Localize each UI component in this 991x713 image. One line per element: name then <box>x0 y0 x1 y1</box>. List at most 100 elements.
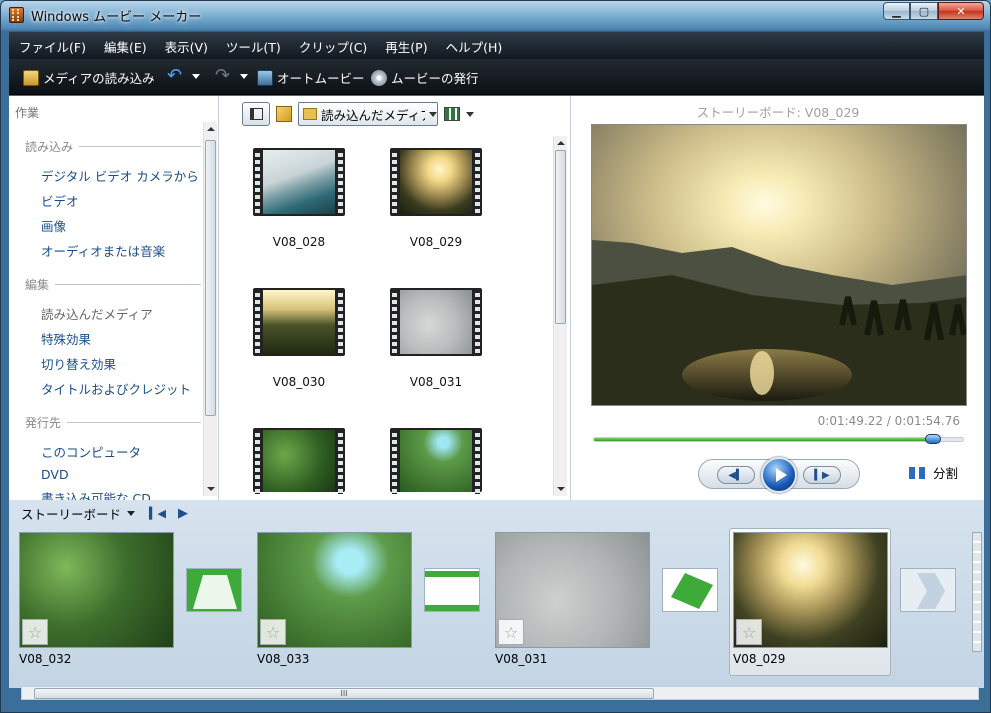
section-edit: 編集 <box>25 276 201 293</box>
section-publish: 発行先 <box>25 414 201 431</box>
publish-movie-button[interactable]: ムービーの発行 <box>371 68 479 87</box>
app-window: Windows ムービー メーカー ▁ ▢ ✕ ファイル(F) 編集(E) 表示(V… <box>0 0 991 713</box>
menu-bar: ファイル(F) 編集(E) 表示(V) ツール(T) クリップ(C) 再生(P) ヘルプ(H… <box>9 31 984 59</box>
redo-dropdown-icon[interactable] <box>240 73 249 79</box>
effect-star-icon[interactable]: ☆ <box>22 619 48 645</box>
scroll-down-icon[interactable] <box>207 487 215 491</box>
task-transitions[interactable]: 切り替え効果 <box>41 354 116 373</box>
play-storyboard-icon[interactable]: ▶ <box>178 506 188 521</box>
maximize-button[interactable]: ▢ <box>910 2 938 20</box>
storyboard-clip[interactable]: ☆ <box>19 532 174 648</box>
preview-monitor: ストーリーボード: V08_029 0:01:49.22 / 0:01:54.7… <box>570 96 984 500</box>
menu-edit[interactable]: 編集(E) <box>94 32 155 56</box>
publish-label: ムービーの発行 <box>391 71 479 86</box>
storyboard-view-dropdown[interactable]: ストーリーボード <box>21 504 121 523</box>
effect-star-icon[interactable]: ☆ <box>498 619 524 645</box>
transition-slot[interactable] <box>662 568 718 612</box>
storyboard-scrollbar[interactable]: III <box>21 686 979 700</box>
scroll-thumb[interactable] <box>555 150 566 324</box>
storyboard-clip-name: V08_029 <box>733 652 786 666</box>
section-title: 編集 <box>25 278 50 292</box>
menu-view[interactable]: 表示(V) <box>155 32 216 56</box>
seek-progress <box>594 438 934 441</box>
storyboard-pane: ストーリーボード ▍◀ ▶ ☆ V08_032 ☆ V08_033 ☆ V08_… <box>9 500 984 700</box>
disc-icon <box>371 69 387 86</box>
automovie-button[interactable]: オートムービー <box>257 68 365 87</box>
collection-label: 読み込んだメディア <box>321 107 425 123</box>
redo-button[interactable]: ↷ <box>215 65 249 86</box>
storyboard-clip[interactable]: ☆ <box>257 532 412 648</box>
view-options-icon[interactable] <box>444 107 460 121</box>
task-this-computer[interactable]: このコンピュータ <box>41 442 141 461</box>
tasks-header: 作業 <box>15 106 40 120</box>
minimize-button[interactable]: ▁ <box>883 2 910 20</box>
effect-star-icon[interactable]: ☆ <box>260 619 286 645</box>
scroll-up-icon[interactable] <box>207 127 215 131</box>
collection-dropdown[interactable]: 読み込んだメディア <box>298 102 438 126</box>
transition-slot[interactable] <box>900 568 956 612</box>
tasks-scrollbar[interactable] <box>203 122 217 496</box>
media-clip[interactable] <box>390 288 482 356</box>
scroll-thumb[interactable]: III <box>34 688 654 699</box>
preview-screen <box>591 124 967 406</box>
task-import-pictures[interactable]: 画像 <box>41 216 66 235</box>
media-clip[interactable] <box>390 428 482 494</box>
play-button[interactable] <box>761 457 797 493</box>
menu-tools[interactable]: ツール(T) <box>216 32 289 56</box>
chevron-down-icon[interactable] <box>127 511 136 516</box>
time-readout: 0:01:49.22 / 0:01:54.76 <box>817 414 960 428</box>
close-button[interactable]: ✕ <box>938 2 984 20</box>
transition-slot[interactable] <box>186 568 242 612</box>
storyboard-clip[interactable]: ☆ <box>495 532 650 648</box>
storyboard-clip-name: V08_032 <box>19 652 72 666</box>
redo-icon: ↷ <box>215 65 231 86</box>
storyboard-clip-name: V08_031 <box>495 652 548 666</box>
seek-bar[interactable] <box>593 434 964 444</box>
media-clip[interactable] <box>253 288 345 356</box>
collections-icon[interactable] <box>276 106 292 122</box>
media-clip[interactable] <box>253 428 345 494</box>
task-effects[interactable]: 特殊効果 <box>41 329 91 348</box>
scroll-thumb[interactable] <box>205 140 216 416</box>
previous-frame-icon: ◀▍ <box>728 469 744 481</box>
split-button[interactable]: 分割 <box>909 463 958 482</box>
rewind-storyboard-icon[interactable]: ▍◀ <box>149 507 166 520</box>
preview-title: ストーリーボード: V08_029 <box>696 105 860 120</box>
effect-star-icon[interactable]: ☆ <box>736 619 762 645</box>
media-clip[interactable] <box>253 148 345 216</box>
next-frame-button[interactable]: ▍▶ <box>803 466 841 484</box>
import-media-button[interactable]: メディアの読み込み <box>23 68 155 87</box>
undo-dropdown-icon[interactable] <box>192 73 201 79</box>
task-recordable-cd[interactable]: 書き込み可能な CD <box>41 490 151 500</box>
scroll-up-icon[interactable] <box>557 141 565 145</box>
menu-file[interactable]: ファイル(F) <box>9 32 94 56</box>
task-from-dv-camera[interactable]: デジタル ビデオ カメラから <box>41 166 199 185</box>
seek-handle[interactable] <box>925 434 942 444</box>
menu-play[interactable]: 再生(P) <box>375 32 435 56</box>
task-import-audio[interactable]: オーディオまたは音楽 <box>41 241 165 260</box>
menu-clip[interactable]: クリップ(C) <box>289 32 375 56</box>
transition-icon <box>663 569 717 611</box>
playback-controls: ◀▍ ▍▶ <box>698 457 860 493</box>
task-import-video[interactable]: ビデオ <box>41 191 79 210</box>
scroll-down-icon[interactable] <box>557 487 565 491</box>
undo-button[interactable]: ↶ <box>167 67 201 85</box>
import-label: メディアの読み込み <box>43 71 155 86</box>
task-imported-media[interactable]: 読み込んだメディア <box>41 304 153 323</box>
section-title: 読み込み <box>25 140 74 154</box>
moviemaker-icon <box>9 7 24 23</box>
content-scrollbar[interactable] <box>553 136 567 496</box>
folder-icon <box>303 108 317 120</box>
menu-help[interactable]: ヘルプ(H) <box>436 32 511 56</box>
split-label: 分割 <box>933 466 959 481</box>
task-titles-credits[interactable]: タイトルおよびクレジット <box>41 379 191 398</box>
transition-slot[interactable] <box>424 568 480 612</box>
toolbar: メディアの読み込み ↶ ↷ オートムービー ムービーの発行 <box>9 59 984 95</box>
storyboard-clip-selected[interactable]: ☆ <box>733 532 888 648</box>
show-tasks-button[interactable] <box>242 102 270 126</box>
automovie-label: オートムービー <box>277 71 365 86</box>
view-dropdown-icon[interactable] <box>466 111 474 117</box>
task-dvd[interactable]: DVD <box>41 467 69 482</box>
media-clip[interactable] <box>390 148 482 216</box>
previous-frame-button[interactable]: ◀▍ <box>717 466 755 484</box>
